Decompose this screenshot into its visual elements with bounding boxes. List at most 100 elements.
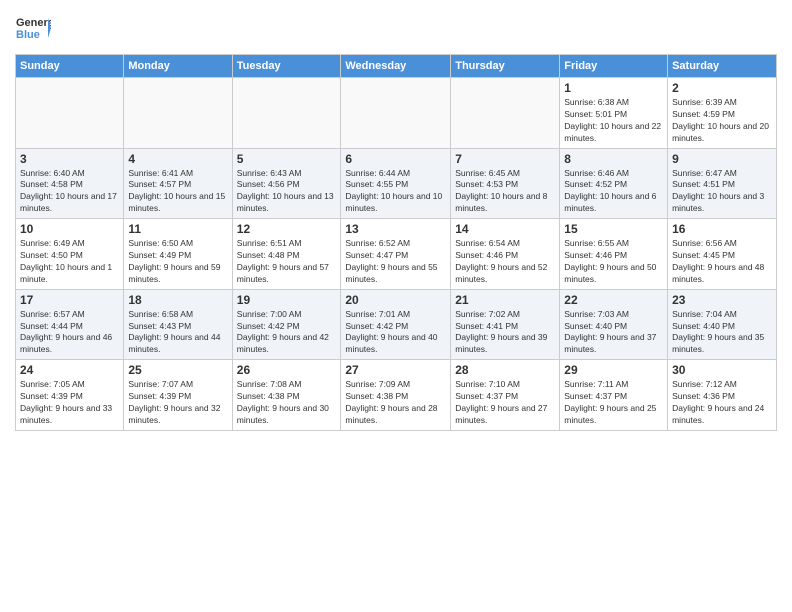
day-info: Sunrise: 7:01 AMSunset: 4:42 PMDaylight:… (345, 309, 446, 357)
calendar-cell: 21 Sunrise: 7:02 AMSunset: 4:41 PMDaylig… (451, 289, 560, 360)
day-info: Sunrise: 6:46 AMSunset: 4:52 PMDaylight:… (564, 168, 663, 216)
day-number: 25 (128, 363, 227, 377)
calendar-cell: 5 Sunrise: 6:43 AMSunset: 4:56 PMDayligh… (232, 148, 341, 219)
day-info: Sunrise: 6:50 AMSunset: 4:49 PMDaylight:… (128, 238, 227, 286)
calendar-week-4: 17 Sunrise: 6:57 AMSunset: 4:44 PMDaylig… (16, 289, 777, 360)
calendar-cell: 4 Sunrise: 6:41 AMSunset: 4:57 PMDayligh… (124, 148, 232, 219)
calendar-cell: 25 Sunrise: 7:07 AMSunset: 4:39 PMDaylig… (124, 360, 232, 431)
calendar-cell (124, 78, 232, 149)
calendar-cell: 13 Sunrise: 6:52 AMSunset: 4:47 PMDaylig… (341, 219, 451, 290)
calendar-cell: 30 Sunrise: 7:12 AMSunset: 4:36 PMDaylig… (668, 360, 777, 431)
day-number: 17 (20, 293, 119, 307)
day-info: Sunrise: 6:56 AMSunset: 4:45 PMDaylight:… (672, 238, 772, 286)
day-info: Sunrise: 6:51 AMSunset: 4:48 PMDaylight:… (237, 238, 337, 286)
calendar-header-wednesday: Wednesday (341, 55, 451, 78)
calendar-header-saturday: Saturday (668, 55, 777, 78)
calendar-cell: 23 Sunrise: 7:04 AMSunset: 4:40 PMDaylig… (668, 289, 777, 360)
day-number: 6 (345, 152, 446, 166)
day-number: 15 (564, 222, 663, 236)
day-number: 10 (20, 222, 119, 236)
day-info: Sunrise: 6:47 AMSunset: 4:51 PMDaylight:… (672, 168, 772, 216)
calendar-cell: 15 Sunrise: 6:55 AMSunset: 4:46 PMDaylig… (560, 219, 668, 290)
day-info: Sunrise: 6:52 AMSunset: 4:47 PMDaylight:… (345, 238, 446, 286)
day-number: 24 (20, 363, 119, 377)
calendar-header-friday: Friday (560, 55, 668, 78)
calendar-header-sunday: Sunday (16, 55, 124, 78)
day-number: 18 (128, 293, 227, 307)
logo: General Blue (15, 10, 51, 46)
day-info: Sunrise: 6:58 AMSunset: 4:43 PMDaylight:… (128, 309, 227, 357)
day-number: 22 (564, 293, 663, 307)
calendar-cell (16, 78, 124, 149)
day-number: 23 (672, 293, 772, 307)
day-info: Sunrise: 7:02 AMSunset: 4:41 PMDaylight:… (455, 309, 555, 357)
calendar-cell: 6 Sunrise: 6:44 AMSunset: 4:55 PMDayligh… (341, 148, 451, 219)
day-info: Sunrise: 7:11 AMSunset: 4:37 PMDaylight:… (564, 379, 663, 427)
day-info: Sunrise: 7:12 AMSunset: 4:36 PMDaylight:… (672, 379, 772, 427)
calendar: SundayMondayTuesdayWednesdayThursdayFrid… (15, 54, 777, 431)
page: General Blue SundayMondayTuesdayWednesda… (0, 0, 792, 612)
calendar-cell: 20 Sunrise: 7:01 AMSunset: 4:42 PMDaylig… (341, 289, 451, 360)
day-number: 3 (20, 152, 119, 166)
calendar-cell: 11 Sunrise: 6:50 AMSunset: 4:49 PMDaylig… (124, 219, 232, 290)
day-number: 13 (345, 222, 446, 236)
calendar-week-2: 3 Sunrise: 6:40 AMSunset: 4:58 PMDayligh… (16, 148, 777, 219)
day-info: Sunrise: 6:43 AMSunset: 4:56 PMDaylight:… (237, 168, 337, 216)
day-number: 12 (237, 222, 337, 236)
calendar-cell (341, 78, 451, 149)
day-number: 1 (564, 81, 663, 95)
calendar-cell: 27 Sunrise: 7:09 AMSunset: 4:38 PMDaylig… (341, 360, 451, 431)
calendar-cell: 2 Sunrise: 6:39 AMSunset: 4:59 PMDayligh… (668, 78, 777, 149)
calendar-cell: 14 Sunrise: 6:54 AMSunset: 4:46 PMDaylig… (451, 219, 560, 290)
calendar-header-thursday: Thursday (451, 55, 560, 78)
day-number: 20 (345, 293, 446, 307)
calendar-cell: 1 Sunrise: 6:38 AMSunset: 5:01 PMDayligh… (560, 78, 668, 149)
calendar-cell: 26 Sunrise: 7:08 AMSunset: 4:38 PMDaylig… (232, 360, 341, 431)
day-info: Sunrise: 6:54 AMSunset: 4:46 PMDaylight:… (455, 238, 555, 286)
day-info: Sunrise: 7:09 AMSunset: 4:38 PMDaylight:… (345, 379, 446, 427)
calendar-cell: 7 Sunrise: 6:45 AMSunset: 4:53 PMDayligh… (451, 148, 560, 219)
day-info: Sunrise: 7:08 AMSunset: 4:38 PMDaylight:… (237, 379, 337, 427)
calendar-week-5: 24 Sunrise: 7:05 AMSunset: 4:39 PMDaylig… (16, 360, 777, 431)
day-info: Sunrise: 7:05 AMSunset: 4:39 PMDaylight:… (20, 379, 119, 427)
day-number: 26 (237, 363, 337, 377)
day-number: 8 (564, 152, 663, 166)
svg-text:General: General (16, 17, 51, 29)
day-info: Sunrise: 7:07 AMSunset: 4:39 PMDaylight:… (128, 379, 227, 427)
day-number: 16 (672, 222, 772, 236)
calendar-week-1: 1 Sunrise: 6:38 AMSunset: 5:01 PMDayligh… (16, 78, 777, 149)
calendar-cell: 22 Sunrise: 7:03 AMSunset: 4:40 PMDaylig… (560, 289, 668, 360)
calendar-cell: 9 Sunrise: 6:47 AMSunset: 4:51 PMDayligh… (668, 148, 777, 219)
day-info: Sunrise: 6:38 AMSunset: 5:01 PMDaylight:… (564, 97, 663, 145)
calendar-cell: 19 Sunrise: 7:00 AMSunset: 4:42 PMDaylig… (232, 289, 341, 360)
calendar-cell: 12 Sunrise: 6:51 AMSunset: 4:48 PMDaylig… (232, 219, 341, 290)
calendar-header-monday: Monday (124, 55, 232, 78)
calendar-cell: 18 Sunrise: 6:58 AMSunset: 4:43 PMDaylig… (124, 289, 232, 360)
calendar-week-3: 10 Sunrise: 6:49 AMSunset: 4:50 PMDaylig… (16, 219, 777, 290)
day-number: 11 (128, 222, 227, 236)
day-number: 2 (672, 81, 772, 95)
day-info: Sunrise: 6:49 AMSunset: 4:50 PMDaylight:… (20, 238, 119, 286)
calendar-cell: 10 Sunrise: 6:49 AMSunset: 4:50 PMDaylig… (16, 219, 124, 290)
day-info: Sunrise: 6:45 AMSunset: 4:53 PMDaylight:… (455, 168, 555, 216)
day-number: 4 (128, 152, 227, 166)
logo-svg: General Blue (15, 10, 51, 46)
day-info: Sunrise: 7:10 AMSunset: 4:37 PMDaylight:… (455, 379, 555, 427)
day-info: Sunrise: 6:55 AMSunset: 4:46 PMDaylight:… (564, 238, 663, 286)
day-info: Sunrise: 6:44 AMSunset: 4:55 PMDaylight:… (345, 168, 446, 216)
calendar-cell: 3 Sunrise: 6:40 AMSunset: 4:58 PMDayligh… (16, 148, 124, 219)
day-info: Sunrise: 7:03 AMSunset: 4:40 PMDaylight:… (564, 309, 663, 357)
day-number: 9 (672, 152, 772, 166)
day-number: 29 (564, 363, 663, 377)
calendar-header-tuesday: Tuesday (232, 55, 341, 78)
day-number: 30 (672, 363, 772, 377)
day-info: Sunrise: 6:41 AMSunset: 4:57 PMDaylight:… (128, 168, 227, 216)
day-number: 21 (455, 293, 555, 307)
calendar-cell (232, 78, 341, 149)
calendar-cell: 28 Sunrise: 7:10 AMSunset: 4:37 PMDaylig… (451, 360, 560, 431)
header: General Blue (15, 10, 777, 46)
day-info: Sunrise: 6:57 AMSunset: 4:44 PMDaylight:… (20, 309, 119, 357)
day-number: 28 (455, 363, 555, 377)
calendar-header-row: SundayMondayTuesdayWednesdayThursdayFrid… (16, 55, 777, 78)
day-info: Sunrise: 7:00 AMSunset: 4:42 PMDaylight:… (237, 309, 337, 357)
